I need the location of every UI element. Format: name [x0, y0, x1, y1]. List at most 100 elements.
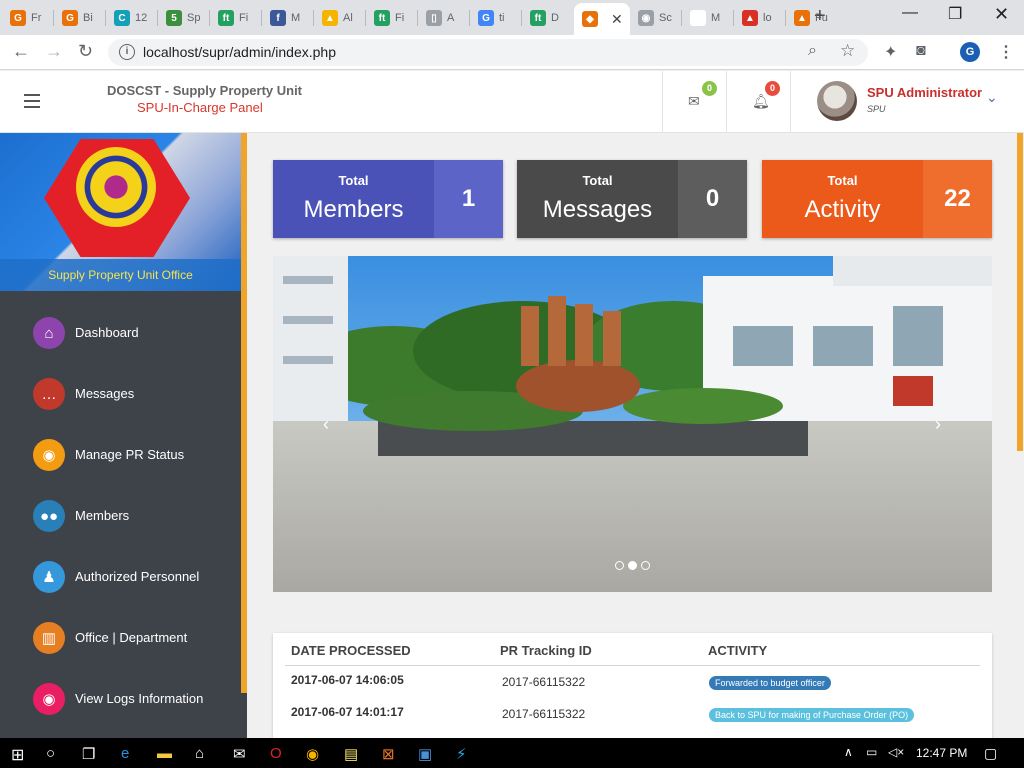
browser-tab[interactable]: C 12 [106, 4, 158, 32]
sidebar-item-label: Members [75, 508, 130, 523]
user-avatar[interactable] [817, 81, 857, 121]
building-icon: ▥ [33, 622, 65, 654]
tray-chevron-icon[interactable]: ∧ [844, 745, 853, 759]
browser-tab[interactable]: M [682, 4, 734, 32]
browser-tab[interactable]: ft Fi [210, 4, 262, 32]
sidebar-item-view-logs-information[interactable]: ◉ View Logs Information [0, 683, 241, 733]
activity-table: DATE PROCESSED PR Tracking ID ACTIVITY 2… [273, 633, 992, 743]
carousel-dot-2[interactable] [628, 561, 637, 570]
stat-label-panel: Total Messages [517, 160, 678, 238]
user-name[interactable]: SPU Administrator [867, 85, 982, 100]
mail-icon[interactable]: ✉ [688, 93, 700, 110]
reload-icon[interactable]: ↻ [78, 41, 93, 62]
tab-favicon-icon [690, 10, 706, 26]
sidebar-item-members[interactable]: ●● Members [0, 500, 241, 550]
stat-value: 1 [434, 160, 503, 238]
notification-center-icon[interactable]: ▢ [984, 745, 997, 762]
profile-avatar[interactable]: G [960, 42, 980, 62]
browser-tab[interactable]: ▲ Fu [786, 4, 838, 32]
tab-favicon-icon: ft [530, 10, 546, 26]
sidebar: Supply Property Unit Office ⌂ Dashboard … M… [0, 133, 247, 738]
browser-tab[interactable]: 5 Sp [158, 4, 210, 32]
forward-icon[interactable]: → [45, 41, 63, 62]
tab-favicon-icon: G [62, 10, 78, 26]
sidebar-item-office-department[interactable]: ▥ Office | Department [0, 622, 241, 672]
flash-app-icon[interactable]: ⚡︎ [456, 745, 467, 763]
url-text[interactable]: localhost/supr/admin/index.php [143, 44, 336, 60]
restore-icon[interactable]: ❐ [948, 4, 962, 24]
hamburger-menu-icon[interactable] [24, 94, 40, 108]
browser-tab[interactable]: fM [262, 4, 314, 32]
stat-value: 0 [678, 160, 747, 238]
address-bar[interactable]: i localhost/supr/admin/index.php ⌕ ☆ [108, 39, 868, 66]
extension-icon[interactable]: ✦ [884, 42, 897, 62]
minimize-icon[interactable]: — [902, 4, 918, 22]
stat-card-activity[interactable]: Total Activity 22 [762, 160, 992, 238]
sidebar-item-messages[interactable]: … Messages [0, 378, 241, 428]
notes-icon[interactable]: ▤ [344, 745, 358, 763]
tab-close-icon[interactable]: ✕ [611, 11, 623, 28]
scrollbar-thumb[interactable] [1017, 133, 1023, 451]
sidebar-item-manage-pr-status[interactable]: ◉ Manage PR Status [0, 439, 241, 489]
sidebar-item-dashboard[interactable]: ⌂ Dashboard [0, 317, 241, 367]
image-carousel[interactable]: ‹ › [273, 256, 992, 592]
browser-toolbar: ← → ↻ i localhost/supr/admin/index.php ⌕… [0, 35, 1024, 70]
carousel-dot-3[interactable] [641, 561, 650, 570]
browser-tab[interactable]: ◆ ✕ [574, 3, 630, 35]
site-info-icon[interactable]: i [119, 44, 135, 60]
opera-icon[interactable]: O [270, 745, 282, 762]
bell-icon[interactable]: 🔔︎ [752, 93, 770, 110]
tab-favicon-icon: f [270, 10, 286, 26]
tab-label: Fi [395, 12, 405, 24]
browser-tab[interactable]: G Bi [54, 4, 106, 32]
browser-tab[interactable]: ▲ lo [734, 4, 786, 32]
browser-tab[interactable]: ▲ Al [314, 4, 366, 32]
browser-menu-icon[interactable]: ⋮ [998, 42, 1014, 62]
back-icon[interactable]: ← [12, 41, 30, 62]
zoom-icon[interactable]: ⌕ [808, 42, 817, 60]
sidebar-item-authorized-personnel[interactable]: ♟ Authorized Personnel [0, 561, 241, 611]
office-logo [76, 147, 156, 227]
tab-label: M [711, 12, 721, 24]
page-scrollbar[interactable] [1014, 133, 1024, 738]
mail-app-icon[interactable]: ✉ [233, 745, 246, 763]
stat-card-messages[interactable]: Total Messages 0 [517, 160, 747, 238]
document-app-icon[interactable]: ▣ [418, 745, 432, 763]
task-view-icon[interactable]: ❐ [82, 745, 95, 763]
close-window-icon[interactable]: ✕ [994, 4, 1009, 25]
tab-label: 12 [135, 12, 148, 24]
browser-tab[interactable]: ◉ Sc [630, 4, 682, 32]
search-circle-icon[interactable]: ○ [46, 745, 55, 762]
stat-caption: Total [827, 173, 858, 188]
table-header-date: DATE PROCESSED [291, 643, 411, 658]
bookmark-star-icon[interactable]: ☆ [840, 41, 855, 61]
carousel-prev-arrow[interactable]: ‹ [323, 414, 329, 435]
browser-tab[interactable]: Gti [470, 4, 522, 32]
windows-start-icon[interactable]: ⊞ [11, 745, 24, 765]
tab-favicon-icon: ◉ [638, 10, 654, 26]
network-icon[interactable]: ▭ [866, 745, 877, 759]
browser-tab[interactable]: ft Fi [366, 4, 418, 32]
browser-tab[interactable]: ▯ A [418, 4, 470, 32]
main-content: Total Members 1 Total Messages 0 Total Activity… [247, 133, 1014, 743]
browser-tab-strip: + — ❐ ✕ G Fr G Bi C 12 5 Sp ft Fi f M ▲ Al ft Fi ▯ A Gti ft… [0, 0, 1024, 35]
edge-icon[interactable]: e [121, 745, 129, 762]
stat-label-panel: Total Members [273, 160, 434, 238]
carousel-next-arrow[interactable]: › [935, 414, 941, 435]
browser-tab[interactable]: ft D [522, 4, 574, 32]
chevron-down-icon[interactable]: ⌄ [986, 89, 998, 106]
file-explorer-icon[interactable]: ▬ [157, 745, 172, 762]
carousel-dot-1[interactable] [615, 561, 624, 570]
screenshot-extension-icon[interactable]: ◙ [916, 42, 926, 60]
browser-tab[interactable]: G Fr [2, 4, 54, 32]
tab-label: ti [499, 12, 505, 24]
tab-label: lo [763, 12, 772, 24]
stat-card-members[interactable]: Total Members 1 [273, 160, 503, 238]
xampp-icon[interactable]: ⊠ [382, 745, 395, 763]
chrome-icon[interactable]: ◉ [306, 745, 319, 763]
user-role: SPU [867, 104, 886, 114]
volume-muted-icon[interactable]: ◁× [888, 745, 904, 759]
store-icon[interactable]: ⌂ [195, 745, 204, 762]
tab-favicon-icon: 5 [166, 10, 182, 26]
clock-time[interactable]: 12:47 PM [916, 746, 967, 760]
